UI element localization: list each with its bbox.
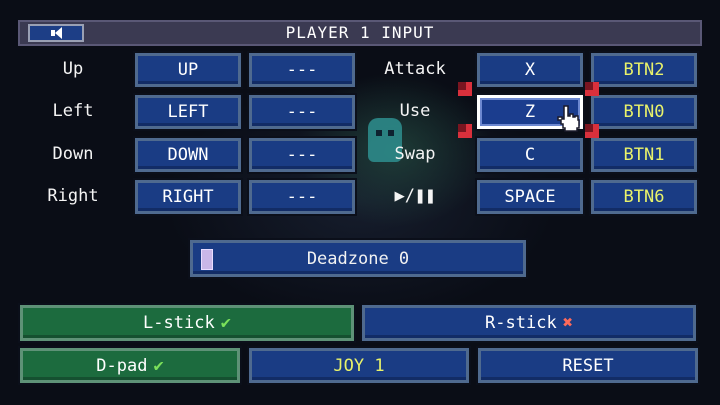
deadzone-slider[interactable]: Deadzone 0	[188, 238, 528, 279]
reset-button[interactable]: RESET	[476, 346, 700, 385]
label-up: Up	[62, 59, 84, 79]
bind-down-primary[interactable]: DOWN	[133, 136, 243, 174]
cross-icon: ✖	[562, 313, 573, 333]
bind-up-primary[interactable]: UP	[133, 51, 243, 89]
bind-up-secondary[interactable]: ---	[247, 51, 357, 89]
label-use: Use	[399, 101, 431, 121]
checkmark-icon: ✔	[220, 313, 231, 333]
bind-use-gamepad[interactable]: BTN0	[589, 93, 699, 131]
joystick-select-button[interactable]: JOY 1	[247, 346, 471, 385]
label-right: Right	[47, 186, 99, 206]
d-pad-toggle[interactable]: D-pad ✔	[18, 346, 242, 385]
r-stick-toggle[interactable]: R-stick ✖	[360, 303, 698, 343]
bind-pause-key[interactable]: SPACE	[475, 178, 585, 216]
title-bar: PLAYER 1 INPUT	[18, 20, 702, 46]
deadzone-label: Deadzone 0	[306, 248, 410, 269]
bind-swap-key[interactable]: C	[475, 136, 585, 174]
bind-swap-gamepad[interactable]: BTN1	[589, 136, 699, 174]
label-down: Down	[52, 144, 94, 164]
d-pad-label: D-pad	[96, 355, 148, 376]
hand-cursor-icon	[557, 105, 580, 132]
r-stick-label: R-stick	[485, 313, 557, 333]
label-pause: ▶/❚❚	[394, 186, 436, 206]
selection-corner-tl	[458, 82, 472, 96]
bind-right-primary[interactable]: RIGHT	[133, 178, 243, 216]
selection-corner-br	[585, 124, 599, 138]
bind-down-secondary[interactable]: ---	[247, 136, 357, 174]
selection-corner-bl	[458, 124, 472, 138]
bind-left-secondary[interactable]: ---	[247, 93, 357, 131]
selection-corner-tr	[585, 82, 599, 96]
deadzone-handle[interactable]	[201, 249, 213, 270]
bind-pause-gamepad[interactable]: BTN6	[589, 178, 699, 216]
page-title: PLAYER 1 INPUT	[285, 23, 435, 42]
bind-attack-key[interactable]: X	[475, 51, 585, 89]
l-stick-toggle[interactable]: L-stick ✔	[18, 303, 356, 343]
bind-attack-gamepad[interactable]: BTN2	[589, 51, 699, 89]
label-left: Left	[52, 101, 94, 121]
l-stick-label: L-stick	[143, 313, 215, 333]
label-attack: Attack	[384, 59, 446, 79]
checkmark-icon: ✔	[153, 355, 164, 376]
label-swap: Swap	[394, 144, 436, 164]
bind-right-secondary[interactable]: ---	[247, 178, 357, 216]
bind-left-primary[interactable]: LEFT	[133, 93, 243, 131]
